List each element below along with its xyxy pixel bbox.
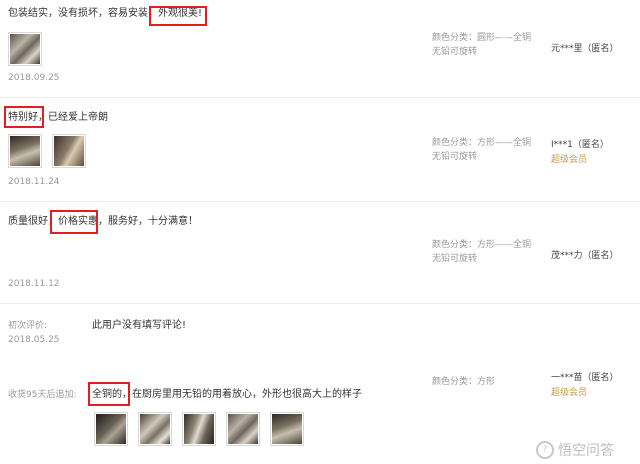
review-1-highlight-box — [149, 6, 207, 26]
review-4-spec-line1: 颜色分类：方形 — [432, 377, 496, 387]
review-3-username: 茂***力（匿名） — [551, 251, 619, 261]
review-3-spec-line2: 无铅可旋转 — [432, 254, 478, 264]
review-4-photo-3[interactable] — [182, 412, 216, 446]
review-3-highlight-box — [50, 210, 98, 234]
review-4-photo-5[interactable] — [270, 412, 304, 446]
review-1-username: 元***里（匿名） — [551, 44, 619, 54]
review-2-username: I***1（匿名） — [551, 140, 609, 150]
review-1-date: 2018.09.25 — [8, 73, 60, 83]
review-divider — [0, 303, 640, 304]
review-4-highlight-box — [88, 382, 130, 406]
review-4-initial-label: 初次评价: — [8, 321, 48, 331]
review-1-spec-line1: 颜色分类：圆形——全铜 — [432, 33, 532, 43]
review-4-append-label: 收货95天后追加: — [8, 390, 77, 400]
review-4-photo-2[interactable] — [138, 412, 172, 446]
review-divider — [0, 201, 640, 202]
review-3-text: 质量很好，价格实惠，服务好，十分满意！ — [8, 216, 198, 227]
review-4-username: 一***苗（匿名） — [551, 373, 619, 383]
review-3-date: 2018.11.12 — [8, 279, 60, 289]
review-2-spec-line1: 颜色分类：方形——全铜 — [432, 138, 532, 148]
wukong-logo-icon: ? — [536, 441, 554, 459]
review-divider — [0, 97, 640, 98]
review-4-initial-text: 此用户没有填写评论! — [92, 320, 187, 331]
review-4-date: 2018.05.25 — [8, 335, 60, 345]
review-3-spec-line1: 颜色分类：方形——全铜 — [432, 240, 532, 250]
review-2-highlight-box — [4, 106, 44, 128]
review-4-vip-badge: 超级会员 — [551, 388, 588, 398]
review-2-photo-1[interactable] — [8, 134, 42, 168]
review-4-photo-4[interactable] — [226, 412, 260, 446]
review-1-photo[interactable] — [8, 32, 42, 66]
review-2-vip-badge: 超级会员 — [551, 155, 588, 165]
review-2-spec-line2: 无铅可旋转 — [432, 152, 478, 162]
watermark: ? 悟空问答 — [536, 440, 614, 460]
review-2-photo-2[interactable] — [52, 134, 86, 168]
review-4-photo-1[interactable] — [94, 412, 128, 446]
review-4-append-text: 全铜的，在厨房里用无铅的用着放心，外形也很高大上的样子 — [92, 389, 362, 400]
watermark-text: 悟空问答 — [558, 443, 614, 459]
review-2-date: 2018.11.24 — [8, 177, 60, 187]
review-1-spec-line2: 无铅可旋转 — [432, 47, 478, 57]
